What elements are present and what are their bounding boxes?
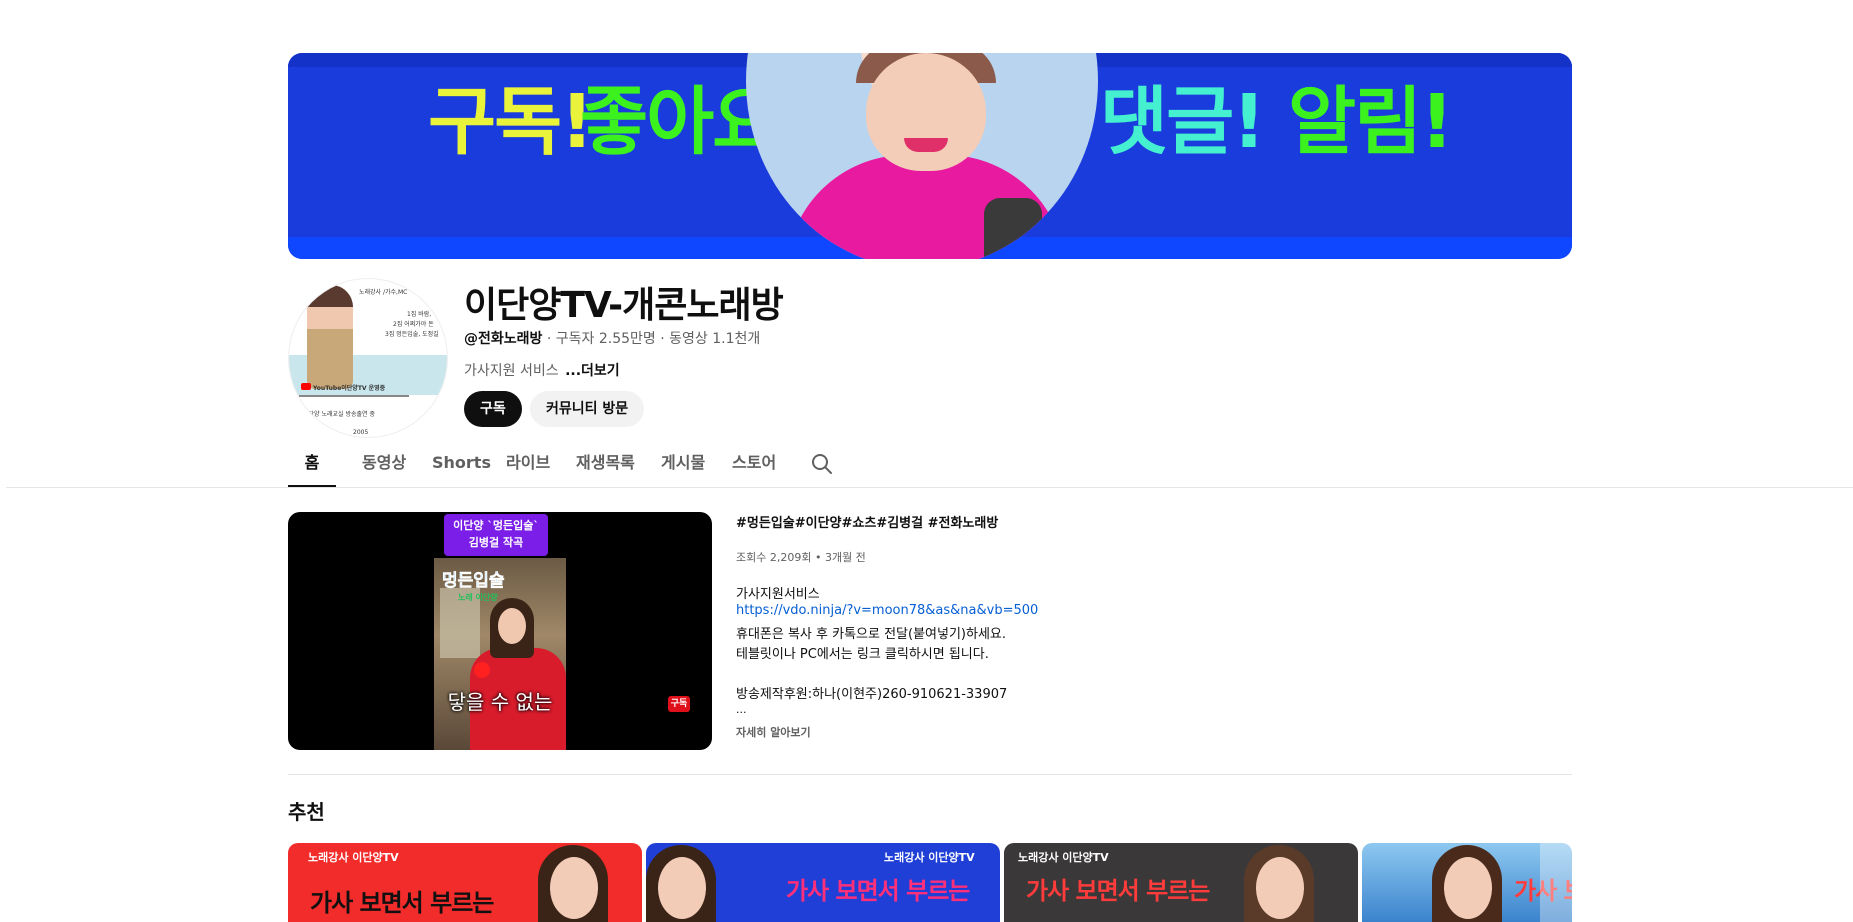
banner-text-subscribe: 구독! (428, 79, 594, 165)
banner-photo-face (866, 53, 986, 171)
banner-host-photo (746, 53, 1098, 259)
banner-photo-microphone (984, 198, 1042, 259)
subscribe-button[interactable]: 구독 (464, 391, 522, 427)
poster-singer-face (498, 608, 526, 644)
channel-title: 이단양TV-개콘노래방 (464, 285, 784, 326)
thumbnail-person-face (550, 857, 598, 919)
channel-banner: 구독! 좋아요! 댓글! 알림! (288, 53, 1572, 259)
avatar-text-album2: 2집 어쩌가야 돈 (393, 321, 434, 328)
banner-text-notify: 알림! (1288, 79, 1454, 165)
featured-video-title[interactable]: #멍든입술#이단양#쇼츠#김병걸 #전화노래방 (736, 512, 998, 531)
avatar-text-career: 이단양 노래교실 방송출연 중 (303, 411, 375, 418)
thumbnail-headline: 가사 보면서 부르는 (786, 877, 970, 905)
avatar-text-brand: YouTube이단양TV 운영중 (313, 385, 386, 392)
avatar-person (307, 285, 353, 389)
tab-live[interactable]: 라이브 (506, 440, 550, 488)
avatar-text-role: 노래강사 /가수,MC (359, 289, 408, 296)
rose-icon (474, 662, 490, 678)
desc-line-2: 휴대폰은 복사 후 카톡으로 전달(붙여넣기)하세요. (736, 627, 1007, 642)
desc-line-4: 방송제작후원:하나(이현주)260-910621-33907 (736, 687, 1008, 702)
recommended-video-thumbnail[interactable]: 노래강사 이단양TV 가사 보면서 부르는 (288, 843, 642, 922)
thumbnail-person-face (658, 857, 706, 919)
poster-title: 멍든입술 (442, 571, 505, 592)
channel-meta: @전화노래방 · 구독자 2.55만명 · 동영상 1.1천개 (464, 328, 760, 348)
learn-more-link[interactable]: 자세히 알아보기 (736, 724, 811, 740)
desc-ellipsis: ... (736, 703, 747, 716)
video-tag: 이단양 `멍든입술` 김병걸 작곡 (444, 514, 548, 556)
recommended-section-title: 추천 (288, 800, 325, 824)
search-icon[interactable] (810, 452, 834, 476)
video-tag-line2: 김병걸 작곡 (468, 536, 524, 549)
featured-video-stats: 조회수 2,209회 • 3개월 전 (736, 551, 866, 564)
desc-line-3: 테블릿이나 PC에서는 링크 클릭하시면 됩니다. (736, 647, 989, 662)
tab-videos[interactable]: 동영상 (362, 440, 406, 488)
video-caption: 닿을 수 없는 (447, 690, 553, 714)
tab-playlists[interactable]: 재생목록 (576, 440, 635, 488)
channel-description-text: 가사지원 서비스 (464, 363, 564, 379)
tab-shorts[interactable]: Shorts (432, 440, 491, 488)
video-tag-line1: 이단양 `멍든입술` (453, 519, 539, 532)
thumbnail-person-face (1256, 857, 1304, 919)
tab-store[interactable]: 스토어 (732, 440, 776, 488)
youtube-logo-icon (301, 383, 311, 390)
poster-subtitle: 노래 이단양 (458, 593, 498, 602)
thumbnail-brand: 노래강사 이단양TV (308, 851, 399, 864)
tab-home[interactable]: 홈 (288, 440, 336, 488)
recommended-video-thumbnail[interactable]: 노래강사 이단양TV 가사 보면서 부르는 (646, 843, 1000, 922)
recommended-video-thumbnail[interactable]: 노래강사 이단양TV 가사 보면서 부르는 (1004, 843, 1358, 922)
more-link[interactable]: ...더보기 (565, 363, 620, 379)
desc-link[interactable]: https://vdo.ninja/?v=moon78&as&na&vb=500 (736, 603, 1038, 618)
carousel-next-button[interactable] (1540, 843, 1572, 922)
channel-description[interactable]: 가사지원 서비스 ...더보기 (464, 360, 620, 380)
visit-community-button[interactable]: 커뮤니티 방문 (530, 391, 645, 427)
thumbnail-headline: 가사 보면서 부르는 (310, 889, 494, 917)
thumbnail-brand: 노래강사 이단양TV (884, 851, 975, 864)
banner-text-comment: 댓글! (1100, 79, 1266, 165)
tabs-divider (6, 487, 1853, 488)
thumbnail-headline: 가사 보면서 부르는 (1026, 877, 1210, 905)
avatar-divider (299, 395, 409, 397)
avatar-text-album3: 3집 멍든입술, 도정길 (385, 331, 439, 338)
thumbnail-person-face (1444, 857, 1492, 919)
channel-avatar[interactable]: 노래강사 /가수,MC 1집 바람, 2집 어쩌가야 돈 3집 멍든입술, 도정… (288, 278, 448, 438)
subscribe-watermark[interactable]: 구독 (668, 696, 690, 712)
avatar-text-album1: 1집 바람, (407, 311, 432, 318)
channel-stats: · 구독자 2.55만명 · 동영상 1.1천개 (542, 331, 761, 347)
section-divider (288, 774, 1572, 775)
video-poster: 멍든입술 노래 이단양 (434, 558, 566, 750)
thumbnail-brand: 노래강사 이단양TV (1018, 851, 1109, 864)
desc-line-1: 가사지원서비스 (736, 587, 820, 602)
channel-handle[interactable]: @전화노래방 (464, 331, 542, 347)
avatar-text-year: 2005 (353, 429, 369, 436)
tab-posts[interactable]: 게시물 (661, 440, 705, 488)
featured-video-player[interactable]: 이단양 `멍든입술` 김병걸 작곡 멍든입술 노래 이단양 닿을 수 없는 구독 (288, 512, 712, 750)
